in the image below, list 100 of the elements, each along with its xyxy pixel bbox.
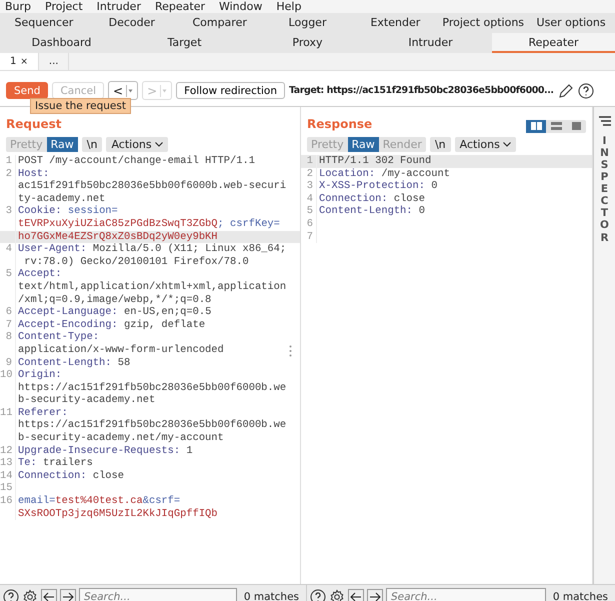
tab[interactable]: Extender xyxy=(351,13,440,33)
next-button[interactable] xyxy=(367,588,383,601)
line-number: 9 xyxy=(0,356,16,370)
code-line: User-Agent: Mozilla/5.0 (X11; Linux x86_64; xyxy=(17,243,286,256)
line-number: 8 xyxy=(0,331,16,344)
menu-item[interactable]: Help xyxy=(276,0,302,13)
help-icon[interactable] xyxy=(310,588,326,601)
caret-icon[interactable] xyxy=(126,84,134,96)
tab[interactable]: User options xyxy=(527,13,615,33)
drag-handle-icon[interactable] xyxy=(289,345,292,357)
tab[interactable]: Proxy xyxy=(246,33,369,53)
search-field[interactable]: Search... xyxy=(386,588,546,601)
line-number: 2 xyxy=(0,168,16,180)
panel-title: Request xyxy=(6,116,62,133)
back-button[interactable]: < xyxy=(108,81,138,100)
line-number: 1 xyxy=(301,155,317,168)
code-line: https://ac151f291fb50bc28036e5bb00f6000b.we xyxy=(17,382,286,394)
tab[interactable]: Sequencer xyxy=(0,13,88,33)
line-number: 5 xyxy=(301,205,317,218)
line-number: 2 xyxy=(301,168,317,180)
target-url[interactable]: Target: https://ac151f291fb50bc28036e5bb00f6000... xyxy=(289,85,554,96)
code-line: Te: trailers xyxy=(17,457,93,470)
match-count: 0 matches xyxy=(552,590,609,601)
code-line: b-security-academy.net xyxy=(17,394,156,407)
request-tab[interactable]: ... xyxy=(48,56,58,67)
code-line: Connection: close xyxy=(17,470,124,482)
menu-item[interactable]: Window xyxy=(218,0,262,13)
newline-button[interactable]: \n xyxy=(430,137,451,152)
line-number: 7 xyxy=(0,318,16,332)
menu-item[interactable]: Project xyxy=(45,0,83,13)
match-count: 0 matches xyxy=(242,590,300,601)
code-line: Content-Length: 58 xyxy=(17,356,130,370)
code-line: Accept-Language: en-US,en;q=0.5 xyxy=(17,306,212,319)
code-line: Accept: xyxy=(17,268,62,281)
pencil-icon[interactable] xyxy=(558,82,574,98)
newline-button[interactable]: \n xyxy=(82,137,102,152)
code-line: Referer: xyxy=(17,406,68,420)
tooltip: Issue the request xyxy=(30,98,131,114)
layout-icon xyxy=(530,122,542,130)
settings-icon[interactable] xyxy=(22,588,38,601)
code-line: b-security-academy.net/my-account xyxy=(17,432,224,445)
line-number: 15 xyxy=(0,482,16,496)
code-line: /xml;q=0.9,image/webp,*/*;q=0.8 xyxy=(17,294,212,306)
line-number: 14 xyxy=(0,470,16,482)
tab[interactable]: Repeater xyxy=(492,33,615,53)
code-line: SXsROOTp3jzq6M5UzIL2KkJIqGpffIQb xyxy=(17,508,218,520)
request-tab[interactable]: 1 xyxy=(10,56,16,67)
code-line: ac151f291fb50bc28036e5bb00f6000b.web-securi xyxy=(17,180,286,193)
line-number: 1 xyxy=(0,155,16,168)
line-number: 7 xyxy=(301,230,317,244)
actions-button[interactable]: Actions xyxy=(454,137,516,152)
menu-item[interactable]: Burp xyxy=(5,0,32,13)
tab[interactable]: Dashboard xyxy=(0,33,123,53)
tab[interactable]: Target xyxy=(123,33,246,53)
previous-button[interactable] xyxy=(41,588,57,601)
code-line: ho7GGxMe4EZSrQ8xZ0sBDq2yW0ey9bKH xyxy=(17,230,218,244)
actions-button[interactable]: Actions xyxy=(106,137,168,152)
code-line: ty-academy.net xyxy=(17,192,106,206)
code-line: HTTP/1.1 302 Found xyxy=(318,155,432,168)
previous-button[interactable] xyxy=(348,588,364,601)
tab[interactable]: Logger xyxy=(264,13,352,33)
line-number: 16 xyxy=(0,495,16,508)
line-number: 10 xyxy=(0,369,16,382)
view-tab[interactable]: Raw xyxy=(46,137,78,152)
view-tab[interactable]: Raw xyxy=(348,137,379,152)
search-field[interactable]: Search... xyxy=(79,588,237,601)
menu-item[interactable]: Intruder xyxy=(96,0,141,13)
close-icon[interactable]: × xyxy=(20,56,28,66)
line-number: 3 xyxy=(301,180,317,193)
code-line: text/html,application/xhtml+xml,application xyxy=(17,280,286,294)
code-line: rv:78.0) Gecko/20100101 Firefox/78.0 xyxy=(23,256,249,268)
line-number: 4 xyxy=(301,192,317,206)
line-number: 5 xyxy=(0,268,16,281)
follow-redirection-button[interactable]: Follow redirection xyxy=(176,82,285,99)
line-number: 6 xyxy=(301,218,317,231)
inspector-tab[interactable]: INSPECTOR xyxy=(599,135,610,244)
code-line: tEVRPxuXyiUZiaC85zPGdBzSwqT3ZGbQ; csrfKey= xyxy=(17,218,280,231)
tab[interactable]: Intruder xyxy=(369,33,492,53)
code-line: Upgrade-Insecure-Requests: 1 xyxy=(17,444,193,458)
line-number: 11 xyxy=(0,406,16,420)
code-line: Connection: close xyxy=(318,192,426,206)
tab[interactable]: Decoder xyxy=(88,13,176,33)
layout-button[interactable] xyxy=(526,120,546,132)
line-number: 12 xyxy=(0,444,16,458)
code-line: Origin: xyxy=(17,369,62,382)
menu-icon[interactable] xyxy=(598,115,612,127)
settings-icon[interactable] xyxy=(329,588,345,601)
tab[interactable]: Project options xyxy=(439,13,528,33)
code-line: email=test%40test.ca&csrf= xyxy=(17,495,180,508)
next-button[interactable] xyxy=(60,588,76,601)
help-icon[interactable] xyxy=(578,82,594,98)
code-line: https://ac151f291fb50bc28036e5bb00f6000b.we xyxy=(17,419,286,432)
tab[interactable]: Comparer xyxy=(176,13,264,33)
help-icon[interactable] xyxy=(3,588,19,601)
code-line: Accept-Encoding: gzip, deflate xyxy=(17,318,206,332)
code-line: Host: xyxy=(17,168,50,180)
menu-item[interactable]: Repeater xyxy=(154,0,205,13)
code-line: POST /my-account/change-email HTTP/1.1 xyxy=(17,155,255,168)
code-line: Content-Type: xyxy=(17,331,100,344)
code-line: X-XSS-Protection: 0 xyxy=(318,180,438,193)
